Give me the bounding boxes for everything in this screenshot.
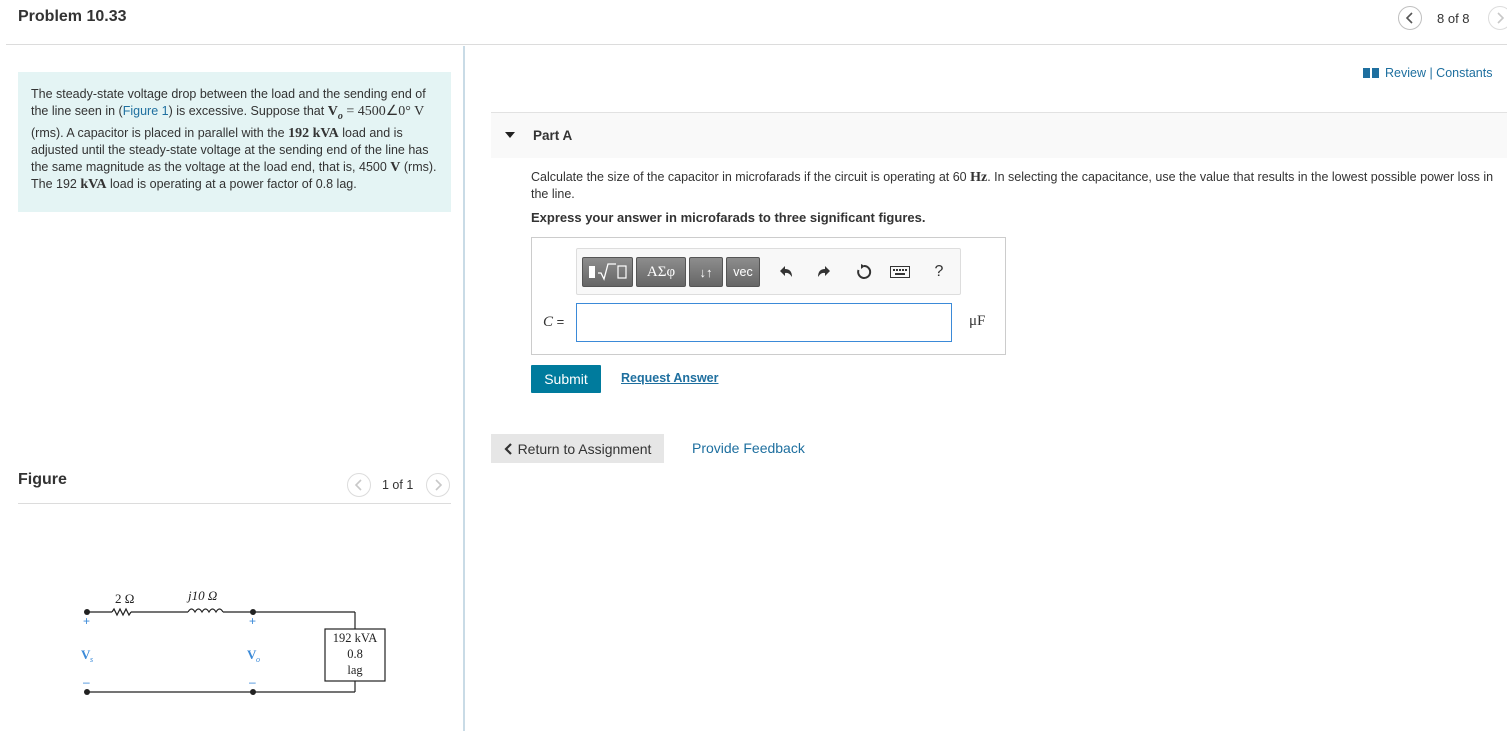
header-divider bbox=[6, 44, 1507, 45]
answer-input[interactable] bbox=[576, 303, 952, 342]
next-figure-button[interactable] bbox=[426, 473, 450, 497]
question-text: Calculate the size of the capacitor in m… bbox=[531, 169, 1501, 202]
resistor-symbol bbox=[111, 607, 132, 617]
volt-unit: V bbox=[390, 159, 401, 175]
vo-symbol: Vo bbox=[327, 103, 343, 122]
vs-plus: + bbox=[83, 614, 90, 628]
vo-minus: – bbox=[249, 675, 256, 689]
redo-icon bbox=[818, 266, 830, 277]
load-label-3: lag bbox=[347, 663, 363, 677]
vs-sub: s bbox=[90, 655, 93, 664]
part-a-header[interactable] bbox=[491, 113, 1507, 158]
problem-text: ) is excessive. Suppose that bbox=[168, 103, 328, 118]
vo-value: = 4500∠0° V bbox=[342, 103, 425, 119]
previous-problem-button[interactable] bbox=[1398, 6, 1422, 30]
answer-variable-label: C = bbox=[543, 314, 565, 330]
previous-figure-button[interactable] bbox=[347, 473, 371, 497]
return-to-assignment-button[interactable]: Return to Assignment bbox=[491, 434, 664, 463]
page-title: Problem 10.33 bbox=[18, 8, 127, 25]
inductor-symbol bbox=[187, 608, 224, 614]
problem-text: (rms). A capacitor is placed in parallel… bbox=[31, 125, 289, 140]
figure-title: Figure bbox=[18, 471, 67, 488]
undo-icon bbox=[780, 266, 792, 277]
figure-link[interactable]: Figure 1 bbox=[123, 104, 169, 118]
keyboard-button[interactable] bbox=[889, 261, 911, 283]
problem-statement: The steady-state voltage drop between th… bbox=[18, 72, 451, 212]
circuit-diagram: 2 Ω j10 Ω + V s – + V o – 192 kVA 0.8 la… bbox=[81, 588, 386, 695]
book-icon bbox=[1363, 68, 1379, 78]
answer-unit: μF bbox=[969, 313, 986, 329]
problem-counter: 8 of 8 bbox=[1437, 11, 1470, 26]
chevron-left-icon bbox=[354, 479, 362, 491]
reset-icon bbox=[857, 264, 872, 279]
load-kva: 192 kVA bbox=[288, 125, 339, 141]
reset-button[interactable] bbox=[853, 261, 875, 283]
vector-button[interactable]: vec bbox=[726, 257, 760, 287]
answer-instruction: Express your answer in microfarads to th… bbox=[531, 210, 926, 225]
review-constants-link[interactable]: Review | Constants bbox=[1363, 66, 1492, 80]
request-answer-link[interactable]: Request Answer bbox=[621, 371, 718, 385]
vo-sub: o bbox=[256, 655, 260, 664]
resistor-label: 2 Ω bbox=[115, 591, 134, 606]
templates-sqrt-icon bbox=[588, 263, 627, 281]
return-label: Return to Assignment bbox=[517, 440, 652, 457]
collapse-triangle-icon[interactable] bbox=[505, 132, 515, 138]
hz-unit: Hz bbox=[970, 170, 988, 185]
chevron-left-icon bbox=[504, 442, 512, 455]
next-problem-button[interactable] bbox=[1488, 6, 1507, 30]
vs-minus: – bbox=[83, 675, 90, 689]
chevron-right-icon bbox=[435, 479, 443, 491]
column-divider bbox=[463, 46, 465, 731]
undo-button[interactable] bbox=[775, 261, 797, 283]
load-label-1: 192 kVA bbox=[333, 631, 378, 645]
greek-symbols-button[interactable]: ΑΣφ bbox=[636, 257, 686, 287]
templates-button[interactable] bbox=[582, 257, 633, 287]
figure-divider bbox=[18, 503, 451, 504]
chevron-right-icon bbox=[1497, 12, 1505, 24]
kva-unit: kVA bbox=[80, 177, 107, 193]
problem-text: load is operating at a power factor of 0… bbox=[106, 177, 357, 192]
load-label-2: 0.8 bbox=[347, 647, 363, 661]
review-constants-label: Review | Constants bbox=[1385, 66, 1493, 80]
sort-button[interactable]: ↓↑ bbox=[689, 257, 723, 287]
keyboard-icon bbox=[890, 266, 910, 278]
chevron-left-icon bbox=[1405, 12, 1413, 24]
submit-button[interactable]: Submit bbox=[531, 365, 601, 393]
vo-plus: + bbox=[249, 614, 256, 628]
redo-button[interactable] bbox=[813, 261, 835, 283]
part-a-title: Part A bbox=[533, 128, 573, 143]
question-text-part: Calculate the size of the capacitor in m… bbox=[531, 170, 971, 184]
provide-feedback-link[interactable]: Provide Feedback bbox=[692, 440, 805, 456]
math-toolbar: ΑΣφ ↓↑ vec ? bbox=[576, 248, 961, 295]
reactance-label: j10 Ω bbox=[186, 588, 217, 603]
figure-counter: 1 of 1 bbox=[382, 478, 414, 492]
help-button[interactable]: ? bbox=[928, 261, 950, 283]
